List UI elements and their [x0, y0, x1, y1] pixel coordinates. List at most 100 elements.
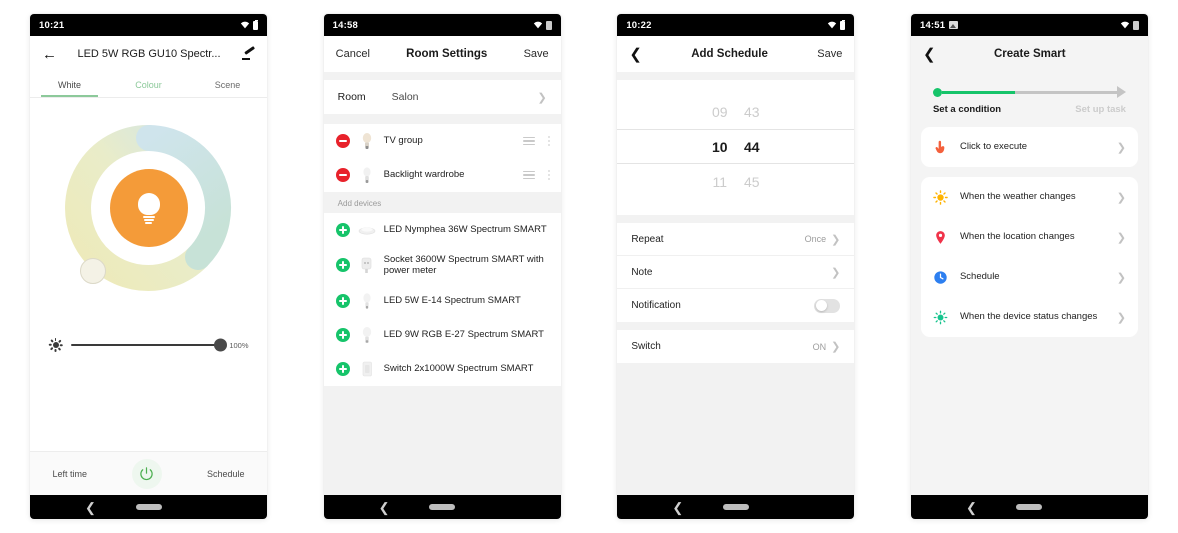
- wifi-icon: [240, 21, 250, 29]
- back-arrow-icon[interactable]: ←: [42, 47, 57, 62]
- time-picker-next[interactable]: 11 45: [617, 164, 854, 199]
- list-item[interactable]: LED 5W E-14 Spectrum SMART: [324, 284, 561, 318]
- time-picker[interactable]: 09 43 10 44 11 45: [617, 80, 855, 215]
- device-name: TV group: [383, 135, 423, 147]
- chevron-right-icon: ❯: [1116, 271, 1126, 284]
- brightness-slider-thumb[interactable]: [214, 338, 228, 352]
- overflow-dots-icon[interactable]: [547, 170, 551, 180]
- device-status-icon: [933, 309, 949, 325]
- note-label: Note: [631, 266, 653, 278]
- brightness-slider[interactable]: [70, 338, 228, 352]
- create-smart-body: Set a condition Set up task Click to exe…: [910, 72, 1148, 495]
- battery-icon: [1132, 20, 1139, 30]
- android-nav-bar: ❮: [30, 495, 267, 519]
- notification-toggle[interactable]: [814, 298, 841, 313]
- condition-location-row[interactable]: When the location changes ❯: [921, 217, 1138, 257]
- chevron-right-icon: ❯: [831, 341, 841, 353]
- tap-hand-icon: [933, 139, 949, 155]
- nav-back-icon[interactable]: ❮: [85, 501, 96, 514]
- battery-icon: [253, 19, 258, 30]
- table-row[interactable]: TV group: [323, 124, 561, 158]
- tab-white-label: White: [57, 79, 81, 90]
- step-1-label: Set a condition: [932, 104, 1002, 115]
- tab-white[interactable]: White: [30, 72, 109, 97]
- list-item[interactable]: Socket 3600W Spectrum SMART with power m…: [324, 247, 561, 284]
- android-nav-bar: ❮: [617, 495, 855, 519]
- time-picker-selected[interactable]: 10 44: [617, 129, 855, 164]
- page-title: Create Smart: [993, 48, 1066, 60]
- page-title: Room Settings: [406, 48, 488, 60]
- switch-section: Switch ON ❯: [617, 330, 855, 363]
- note-row[interactable]: Note ❯: [617, 256, 855, 289]
- color-temperature-knob[interactable]: [79, 258, 106, 284]
- repeat-label: Repeat: [631, 233, 664, 245]
- schedule-button[interactable]: Schedule: [207, 469, 245, 479]
- overflow-dots-icon[interactable]: [547, 136, 551, 146]
- left-time-button[interactable]: Left time: [52, 469, 87, 479]
- click-to-execute-row[interactable]: Click to execute ❯: [921, 127, 1138, 167]
- time-picker-prev[interactable]: 09 43: [617, 94, 854, 129]
- repeat-value: Once: [804, 234, 827, 244]
- notification-row[interactable]: Notification: [617, 289, 854, 322]
- nav-home-pill[interactable]: [135, 504, 162, 510]
- back-chevron-icon[interactable]: ❮: [923, 47, 936, 62]
- light-device-thumb: [358, 131, 376, 151]
- chevron-right-icon: ❯: [1116, 311, 1126, 324]
- add-device-button[interactable]: [335, 327, 350, 342]
- add-device-button[interactable]: [335, 361, 350, 376]
- room-selector-row[interactable]: Room Salon ❯: [323, 80, 561, 114]
- switch-row[interactable]: Switch ON ❯: [617, 330, 854, 363]
- nav-back-icon[interactable]: ❮: [672, 501, 683, 514]
- battery-icon: [840, 19, 846, 30]
- app-bar: Cancel Room Settings Save: [323, 36, 561, 72]
- pencil-icon[interactable]: [241, 47, 255, 61]
- back-chevron-icon[interactable]: ❮: [629, 47, 642, 62]
- mode-tabs: White Colour Scene: [30, 72, 267, 98]
- add-device-button[interactable]: [335, 293, 350, 308]
- drag-handle-icon[interactable]: [522, 170, 535, 180]
- save-button[interactable]: Save: [817, 48, 842, 60]
- repeat-row[interactable]: Repeat Once ❯: [617, 223, 855, 256]
- condition-device-status-row[interactable]: When the device status changes ❯: [921, 297, 1138, 337]
- status-time: 10:22: [626, 19, 652, 31]
- room-value: Salon: [391, 91, 419, 103]
- chevron-right-icon: ❯: [831, 233, 841, 246]
- add-device-button[interactable]: [335, 258, 350, 273]
- power-bulb-button[interactable]: [109, 169, 188, 247]
- remove-device-button[interactable]: [335, 134, 350, 148]
- device-name: Switch 2x1000W Spectrum SMART: [383, 363, 534, 375]
- condition-schedule-row[interactable]: Schedule ❯: [921, 257, 1138, 297]
- cancel-button[interactable]: Cancel: [336, 48, 370, 60]
- click-to-execute-label: Click to execute: [959, 141, 1028, 153]
- add-device-button[interactable]: [335, 223, 350, 237]
- list-item[interactable]: Switch 2x1000W Spectrum SMART: [324, 352, 561, 386]
- nav-home-pill[interactable]: [722, 504, 749, 510]
- nav-back-icon[interactable]: ❮: [379, 501, 390, 514]
- device-name: Backlight wardrobe: [383, 169, 465, 181]
- nav-back-icon[interactable]: ❮: [966, 501, 977, 514]
- power-button[interactable]: [131, 458, 162, 489]
- tab-scene[interactable]: Scene: [188, 72, 267, 97]
- status-bar: 10:22: [617, 14, 855, 36]
- drag-handle-icon[interactable]: [522, 136, 535, 146]
- status-time: 14:51: [919, 19, 946, 31]
- step-progress-filled: [941, 90, 1016, 94]
- list-item[interactable]: LED Nymphea 36W Spectrum SMART: [324, 213, 561, 247]
- tab-colour[interactable]: Colour: [109, 72, 188, 97]
- condition-weather-row[interactable]: When the weather changes ❯: [921, 177, 1138, 217]
- list-item[interactable]: LED 9W RGB E-27 Spectrum SMART: [324, 318, 561, 352]
- color-temperature-wheel[interactable]: [64, 124, 233, 292]
- page-title: Add Schedule: [691, 48, 768, 60]
- assigned-devices-list: TV group Backlight wardrobe: [323, 124, 561, 192]
- table-row[interactable]: Backlight wardrobe: [323, 158, 561, 192]
- app-bar: ❮ Create Smart: [910, 36, 1148, 72]
- save-button[interactable]: Save: [524, 48, 549, 60]
- app-bar: ❮ Add Schedule Save: [617, 36, 855, 72]
- tab-colour-label: Colour: [135, 79, 162, 90]
- nav-home-pill[interactable]: [429, 504, 456, 510]
- app-bar: ← LED 5W RGB GU10 Spectr...: [30, 36, 267, 72]
- nav-home-pill[interactable]: [1016, 504, 1043, 510]
- status-bar: 14:58: [323, 14, 561, 36]
- remove-device-button[interactable]: [335, 168, 350, 182]
- condition-weather-label: When the weather changes: [959, 191, 1076, 203]
